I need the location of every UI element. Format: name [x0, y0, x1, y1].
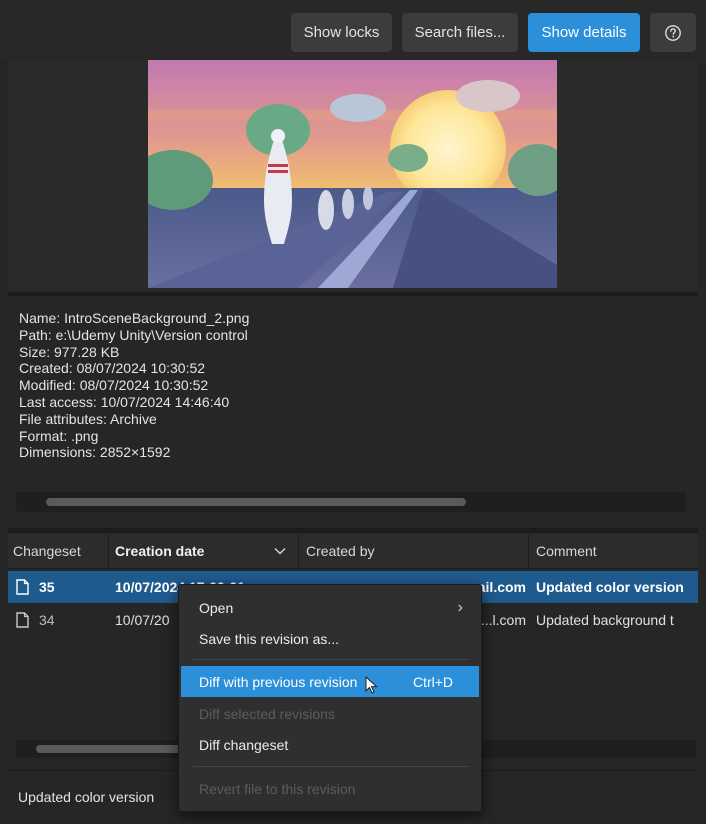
- context-menu: Open › Save this revision as... Diff wit…: [178, 584, 482, 812]
- column-header-creation-date[interactable]: Creation date: [115, 534, 204, 568]
- menu-item-label: Diff with previous revision: [199, 673, 358, 690]
- menu-item-diff-selected: Diff selected revisions: [181, 698, 479, 729]
- detail-dimensions: Dimensions: 2852×1592: [19, 444, 171, 461]
- toolbar: Show locks Search files... Show details: [0, 0, 706, 60]
- changeset-cell: 34: [16, 604, 106, 636]
- help-icon: [665, 24, 681, 41]
- details-horizontal-scrollbar[interactable]: [16, 492, 686, 512]
- changeset-number: 35: [39, 579, 55, 595]
- column-header-created-by[interactable]: Created by: [306, 534, 374, 568]
- show-locks-button[interactable]: Show locks: [291, 13, 392, 52]
- menu-item-label: Open: [199, 599, 234, 616]
- file-icon: [16, 579, 29, 595]
- detail-size: Size: 977.28 KB: [19, 343, 120, 360]
- detail-name: Name: IntroSceneBackground_2.png: [19, 310, 250, 326]
- menu-item-label: Diff selected revisions: [199, 705, 335, 722]
- detail-attributes: File attributes: Archive: [19, 410, 157, 427]
- menu-item-shortcut: Ctrl+D: [412, 673, 453, 690]
- menu-item-diff-changeset[interactable]: Diff changeset: [181, 729, 479, 760]
- detail-format: Format: .png: [19, 427, 99, 444]
- image-preview-panel: [8, 60, 698, 292]
- file-icon: [16, 612, 29, 628]
- menu-item-open[interactable]: Open ›: [181, 592, 479, 623]
- column-header-changeset[interactable]: Changeset: [13, 534, 81, 568]
- changeset-number: 34: [39, 612, 55, 628]
- menu-item-diff-previous[interactable]: Diff with previous revision Ctrl+D: [181, 666, 479, 697]
- sort-chevron-down-icon[interactable]: [274, 534, 286, 568]
- detail-last-access: Last access: 10/07/2024 14:46:40: [19, 393, 230, 410]
- details-scrollbar-thumb[interactable]: [46, 498, 466, 506]
- menu-item-label: Save this revision as...: [199, 630, 340, 647]
- menu-item-revert-file: Revert file to this revision: [181, 773, 479, 804]
- image-preview: [148, 60, 557, 288]
- comment-text: Updated color version: [18, 789, 155, 805]
- column-header-comment[interactable]: Comment: [536, 534, 597, 568]
- menu-item-label: Diff changeset: [199, 736, 289, 753]
- splitter[interactable]: [8, 528, 698, 533]
- show-details-button[interactable]: Show details: [528, 13, 640, 52]
- creation-date-cell: 10/07/20: [115, 612, 170, 628]
- column-separator: [108, 534, 109, 568]
- column-separator: [528, 534, 529, 568]
- menu-separator: [193, 659, 469, 660]
- menu-item-save-revision[interactable]: Save this revision as...: [181, 623, 479, 654]
- changeset-cell: 35: [16, 571, 106, 603]
- file-details-panel: Name: IntroSceneBackground_2.png Path: e…: [8, 296, 698, 518]
- menu-separator: [193, 766, 469, 767]
- file-details-text: Name: IntroSceneBackground_2.png Path: e…: [19, 310, 249, 461]
- comment-cell: Updated color version: [536, 579, 684, 595]
- search-files-button[interactable]: Search files...: [402, 13, 518, 52]
- chevron-right-icon: ›: [457, 598, 463, 616]
- mouse-cursor-icon: [365, 676, 378, 694]
- detail-created: Created: 08/07/2024 10:30:52: [19, 360, 206, 377]
- table-header: Changeset Creation date Created by Comme…: [8, 534, 698, 569]
- comment-cell: Updated background t: [536, 612, 674, 628]
- detail-modified: Modified: 08/07/2024 10:30:52: [19, 377, 209, 394]
- column-separator: [298, 534, 299, 568]
- menu-item-label: Revert file to this revision: [199, 780, 356, 797]
- help-button[interactable]: [650, 13, 696, 52]
- detail-path: Path: e:\Udemy Unity\Version control: [19, 326, 248, 343]
